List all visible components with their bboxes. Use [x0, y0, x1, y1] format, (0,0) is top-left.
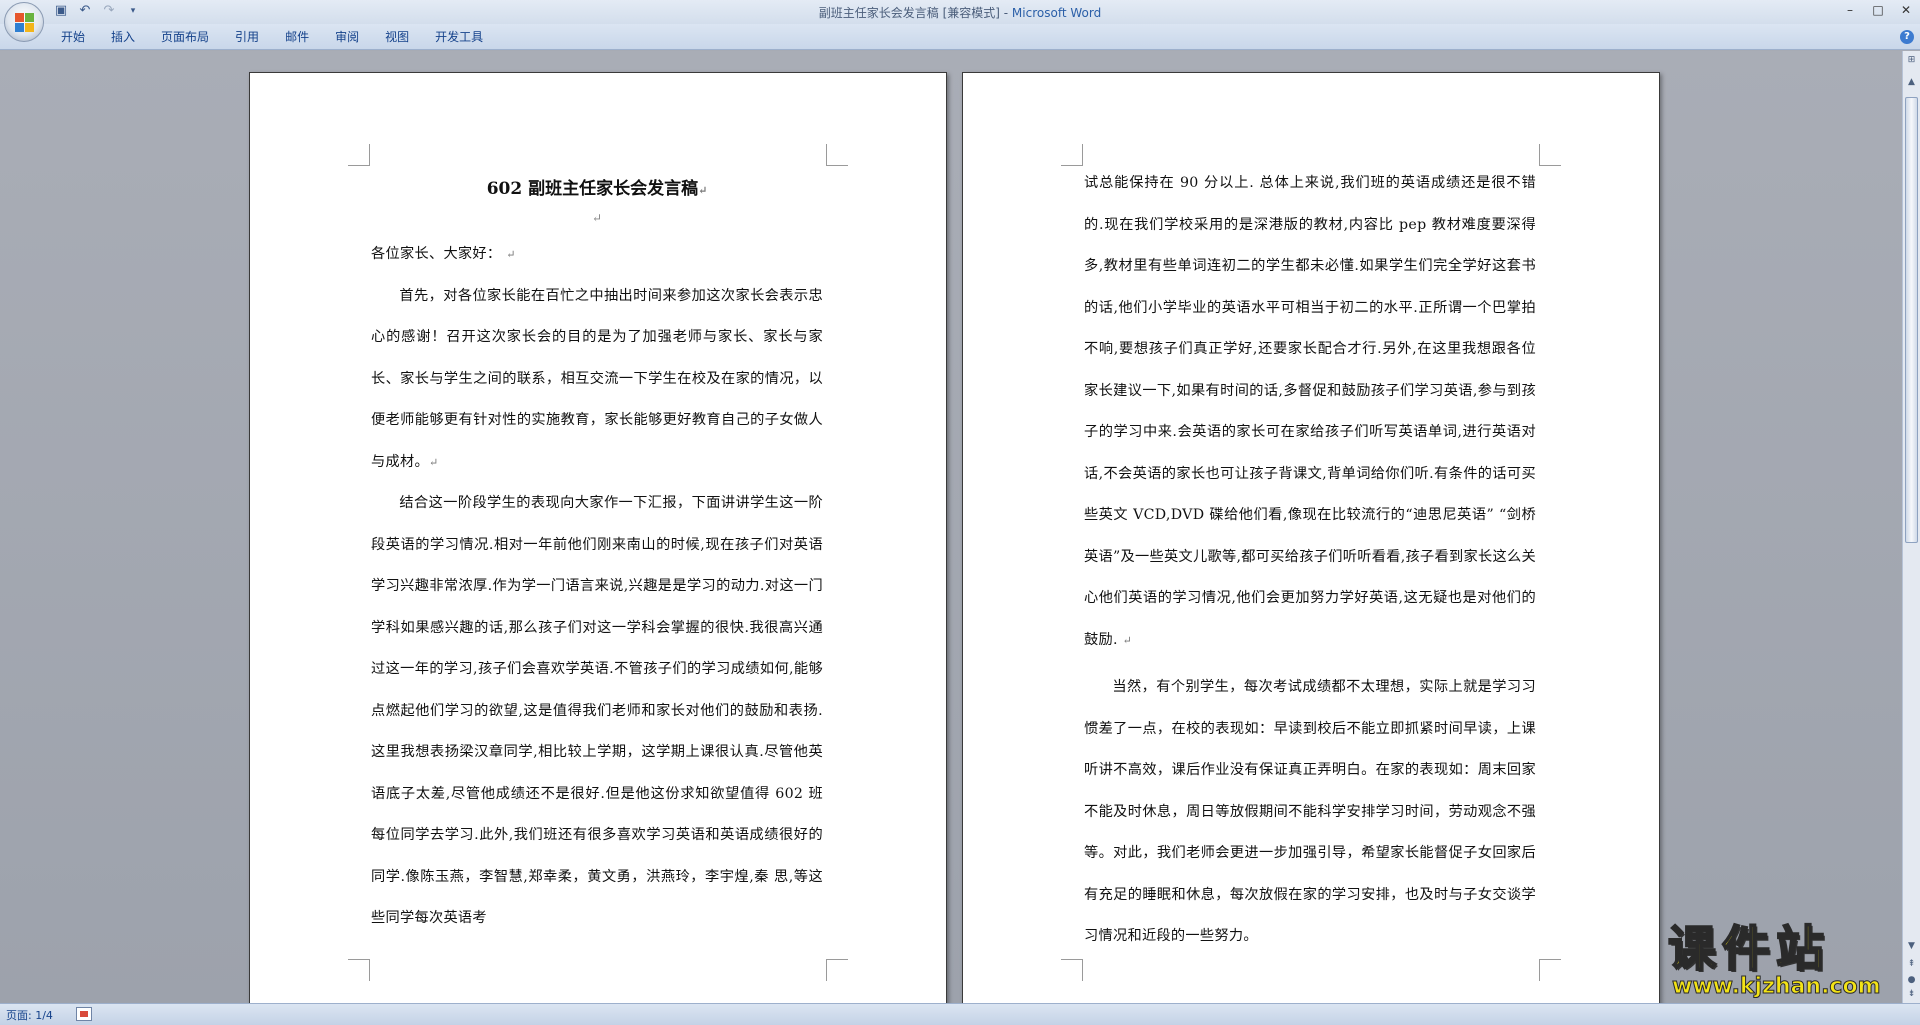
- window-title: 副班主任家长会发言稿 [兼容模式] - Microsoft Word: [0, 4, 1920, 21]
- document-page-2[interactable]: 试总能保持在 90 分以上. 总体上来说,我们班的英语成绩还是很不错的.现在我们…: [962, 72, 1660, 1003]
- document-page-1[interactable]: 602 副班主任家长会发言稿↵ ↵ 各位家长、大家好： ↵ 首先，对各位家长能在…: [249, 72, 947, 1003]
- body-paragraph: 首先，对各位家长能在百忙之中抽出时间来参加这次家长会表示忠心的感谢！召开这次家长…: [371, 287, 823, 470]
- tab-page-layout[interactable]: 页面布局: [148, 28, 222, 46]
- tab-view[interactable]: 视图: [372, 28, 422, 46]
- margin-corner-mark: [348, 959, 370, 981]
- margin-corner-mark: [1061, 959, 1083, 981]
- ribbon-tabs: 开始 插入 页面布局 引用 邮件 审阅 视图 开发工具 ?: [0, 24, 1920, 50]
- margin-corner-mark: [1539, 959, 1561, 981]
- margin-corner-mark: [1539, 144, 1561, 166]
- document-heading: 602 副班主任家长会发言稿↵: [486, 179, 708, 199]
- scroll-up-icon[interactable]: ▲: [1904, 75, 1919, 90]
- macro-status-icon[interactable]: [76, 1007, 92, 1021]
- page-2-body[interactable]: 试总能保持在 90 分以上. 总体上来说,我们班的英语成绩还是很不错的.现在我们…: [1084, 163, 1536, 958]
- app-name: Microsoft Word: [1011, 6, 1102, 20]
- office-button[interactable]: [4, 2, 44, 42]
- ruler-toggle-icon[interactable]: ⊞: [1904, 53, 1919, 68]
- tab-review[interactable]: 审阅: [322, 28, 372, 46]
- vertical-scrollbar[interactable]: ⊞ ▲ ▼ ⇞ ● ⇟: [1902, 51, 1920, 1003]
- margin-corner-mark: [1061, 144, 1083, 166]
- tab-home[interactable]: 开始: [48, 28, 98, 46]
- margin-corner-mark: [348, 144, 370, 166]
- title-bar: ▣ ↶ ↷ ▾ 副班主任家长会发言稿 [兼容模式] - Microsoft Wo…: [0, 0, 1920, 42]
- maximize-button[interactable]: □: [1864, 0, 1892, 20]
- minimize-button[interactable]: –: [1836, 0, 1864, 20]
- watermark-title: 课件站: [1667, 921, 1831, 977]
- margin-corner-mark: [826, 144, 848, 166]
- window-controls: – □ ✕: [1836, 0, 1920, 20]
- tab-developer[interactable]: 开发工具: [422, 28, 496, 46]
- page-1-body[interactable]: 602 副班主任家长会发言稿↵ ↵ 各位家长、大家好： ↵ 首先，对各位家长能在…: [371, 176, 823, 940]
- site-watermark: 课件站 www.kjzhan.com: [1667, 921, 1904, 1000]
- scroll-down-icon[interactable]: ▼: [1904, 939, 1919, 954]
- paragraph-mark: ↵: [591, 211, 603, 225]
- scroll-thumb[interactable]: [1905, 97, 1918, 543]
- margin-corner-mark: [826, 959, 848, 981]
- help-icon[interactable]: ?: [1900, 30, 1914, 44]
- salutation-paragraph: 各位家长、大家好： ↵: [371, 246, 516, 262]
- tab-list: 开始 插入 页面布局 引用 邮件 审阅 视图 开发工具: [48, 28, 496, 46]
- body-paragraph: 结合这一阶段学生的表现向大家作一下汇报，下面讲讲学生这一阶段英语的学习情况.相对…: [371, 495, 823, 926]
- body-paragraph: 试总能保持在 90 分以上. 总体上来说,我们班的英语成绩还是很不错的.现在我们…: [1084, 175, 1536, 648]
- tab-insert[interactable]: 插入: [98, 28, 148, 46]
- document-workspace[interactable]: 602 副班主任家长会发言稿↵ ↵ 各位家长、大家好： ↵ 首先，对各位家长能在…: [0, 51, 1902, 1003]
- close-button[interactable]: ✕: [1892, 0, 1920, 20]
- office-button-icon: [15, 13, 35, 33]
- body-paragraph: 当然，有个别学生，每次考试成绩都不太理想，实际上就是学习习惯差了一点，在校的表现…: [1084, 679, 1536, 944]
- tab-mailings[interactable]: 邮件: [272, 28, 322, 46]
- watermark-url: www.kjzhan.com: [1672, 974, 1882, 999]
- page-number-indicator[interactable]: 页面: 1/4: [6, 1007, 53, 1023]
- previous-page-icon[interactable]: ⇞: [1904, 957, 1919, 972]
- document-title: 副班主任家长会发言稿 [兼容模式] -: [818, 6, 1012, 20]
- next-page-icon[interactable]: ⇟: [1904, 987, 1919, 1002]
- browse-object-icon[interactable]: ●: [1904, 973, 1919, 988]
- status-bar: 页面: 1/4: [0, 1003, 1920, 1025]
- tab-references[interactable]: 引用: [222, 28, 272, 46]
